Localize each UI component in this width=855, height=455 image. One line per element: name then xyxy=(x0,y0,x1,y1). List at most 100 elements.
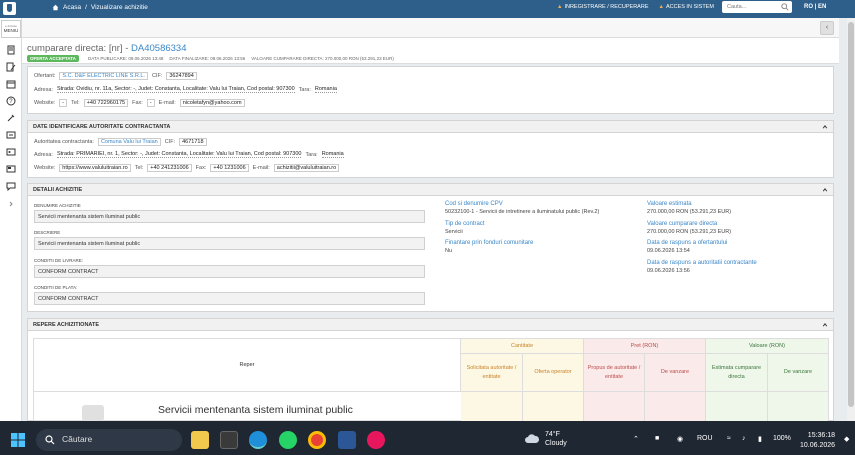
purchase-value: 270.000,00 RON (53.291,23 EUR) xyxy=(647,229,732,235)
authority-panel: DATE IDENTIFICARE AUTORITATE CONTRACTANT… xyxy=(27,120,834,178)
sidebar: e-licitatie MENIU ? xyxy=(0,18,22,421)
details-panel: DETALII ACHIZITIE DENUMIRE ACHIZITIE Ser… xyxy=(27,183,834,312)
meta-value: VALOARE CUMPARARE DIRECTA: 270.000,00 RO… xyxy=(251,56,394,61)
row-qty-offer xyxy=(523,392,584,422)
register-link[interactable]: ▲ INREGISTRARE / RECUPERARE xyxy=(557,4,649,10)
help-icon[interactable]: ? xyxy=(6,96,16,106)
file-explorer-icon[interactable] xyxy=(191,431,209,449)
col-value-sale: De vanzare xyxy=(768,354,829,392)
est-value: 270.000,00 RON (53.291,23 EUR) xyxy=(647,209,732,215)
search-icon[interactable] xyxy=(781,3,789,11)
contract-type-title: Tip de contract xyxy=(445,221,485,227)
response-date-title: Data de raspuns a ofertantului xyxy=(647,240,728,246)
tray-chevron-up-icon[interactable]: ⌃ xyxy=(633,435,639,443)
contact-card-icon[interactable] xyxy=(6,147,16,157)
items-section-header[interactable]: REPERE ACHIZITIONATE xyxy=(28,319,833,331)
language-switcher[interactable]: RO | EN xyxy=(804,4,826,10)
row-qty-requested xyxy=(461,392,523,422)
delivery-field: CONFORM CONTRACT xyxy=(34,265,425,278)
calendar-icon[interactable] xyxy=(6,79,16,89)
breadcrumb: Acasa / Vizualizare achizitie xyxy=(52,4,148,11)
search-icon xyxy=(45,435,55,445)
chevron-up-icon[interactable] xyxy=(822,187,828,193)
payment-label: CONDITII DE PLATA: xyxy=(34,285,78,290)
procurement-meta: DATA PUBLICARE: 09.06.2026 13:48 DATA FI… xyxy=(88,56,394,61)
chevron-up-icon[interactable] xyxy=(822,322,828,328)
scrollbar-thumb[interactable] xyxy=(848,22,854,407)
clock-time: 15:36:18 xyxy=(807,432,836,439)
document-icon[interactable] xyxy=(6,45,16,55)
weather-widget[interactable]: 74°F Cloudy xyxy=(545,430,567,449)
battery-percent: 100% xyxy=(773,435,791,442)
delivery-label: CONDITII DE LIVRARE: xyxy=(34,258,84,263)
warning-icon: ▲ xyxy=(658,4,664,10)
group-price: Pret (RON) xyxy=(584,339,706,354)
tray-app-icon[interactable]: ■ xyxy=(655,435,659,442)
row-value-estimated xyxy=(706,392,768,422)
name-field: Servicii mentenanta sistem iluminat publ… xyxy=(34,210,425,223)
payment-field: CONFORM CONTRACT xyxy=(34,292,425,305)
folder-icon[interactable] xyxy=(6,130,16,140)
battery-icon[interactable]: ▮ xyxy=(758,435,762,443)
language-indicator[interactable]: ROU xyxy=(697,435,713,442)
menu-button[interactable]: e-licitatie MENIU xyxy=(1,20,21,38)
col-qty-offer: Oferta operator xyxy=(523,354,584,392)
taskbar-clock[interactable]: 15:36:18 10.06.2026 xyxy=(800,431,835,451)
weather-condition: Cloudy xyxy=(545,440,567,448)
eu-funds-title: Finantare prin fonduri comunitare xyxy=(445,240,534,246)
authority-response-title: Data de raspuns a autoritatii contractan… xyxy=(647,260,757,266)
chat-icon[interactable] xyxy=(6,181,16,191)
breadcrumb-current: Vizualizare achizitie xyxy=(90,4,148,11)
eu-funds-value: Nu xyxy=(445,248,453,254)
weather-temp: 74°F xyxy=(545,431,560,438)
windows-start-icon[interactable] xyxy=(10,432,26,448)
col-qty-requested: Solicitata autoritate / entitate xyxy=(461,354,523,392)
col-price-sale: De vanzare xyxy=(645,354,706,392)
group-value: Valoare (RON) xyxy=(706,339,829,354)
breadcrumb-home[interactable]: Acasa xyxy=(63,4,81,11)
whatsapp-icon[interactable] xyxy=(279,431,297,449)
home-icon xyxy=(52,4,59,11)
chevron-up-icon[interactable] xyxy=(822,124,828,130)
offerer-panel: Ofertant: S.C. D&F ELECTRIC LINE S.R.L. C… xyxy=(27,66,834,114)
warning-icon: ▲ xyxy=(557,4,563,10)
meta-final: DATA FINALIZARE: 09.06.2026 13:56 xyxy=(169,56,246,61)
row-value-sale xyxy=(768,392,829,422)
edge-icon[interactable] xyxy=(249,431,267,449)
meta-published: DATA PUBLICARE: 09.06.2026 13:48 xyxy=(88,56,164,61)
est-value-title: Valoare estimata xyxy=(647,201,692,207)
description-field: Servicii mentenanta sistem iluminat publ… xyxy=(34,237,425,250)
volume-icon[interactable]: ♪ xyxy=(742,435,746,442)
item-image-placeholder xyxy=(82,405,104,421)
chrome-icon[interactable] xyxy=(308,431,326,449)
word-icon[interactable] xyxy=(338,431,356,449)
status-badge: OFERTA ACCEPTATA xyxy=(27,55,79,62)
group-quantity: Cantitate xyxy=(461,339,584,354)
wifi-icon[interactable]: ≈ xyxy=(727,435,731,442)
col-reper: Reper xyxy=(34,339,461,392)
cpv-value: 50232100-1 - Servicii de intretinere a i… xyxy=(445,209,600,215)
row-price-proposed xyxy=(584,392,645,422)
media-player-icon[interactable] xyxy=(367,431,385,449)
name-label: DENUMIRE ACHIZITIE xyxy=(34,203,81,208)
details-section-header[interactable]: DETALII ACHIZITIE xyxy=(28,184,833,196)
items-table: Reper Cantitate Pret (RON) Valoare (RON)… xyxy=(33,338,829,422)
store-icon[interactable] xyxy=(220,431,238,449)
notification-bell-icon[interactable]: ◆ xyxy=(844,435,849,443)
offerer-link[interactable]: S.C. D&F ELECTRIC LINE S.R.L. xyxy=(59,72,148,80)
description-label: DESCRIERE xyxy=(34,230,61,235)
site-logo[interactable] xyxy=(3,2,16,15)
page-title: cumparare directa: [nr] - DA40586334 xyxy=(27,43,187,54)
chevron-right-icon[interactable] xyxy=(6,199,16,209)
edit-document-icon[interactable] xyxy=(6,62,16,72)
authority-section-header[interactable]: DATE IDENTIFICARE AUTORITATE CONTRACTANT… xyxy=(28,121,833,133)
taskbar-search[interactable]: Căutare xyxy=(36,429,182,451)
tray-headset-icon[interactable]: ◉ xyxy=(677,435,683,443)
login-link[interactable]: ▲ ACCES IN SISTEM xyxy=(659,4,714,10)
purchase-value-title: Valoare cumparare directa xyxy=(647,221,718,227)
tools-icon[interactable] xyxy=(6,113,16,123)
authority-link[interactable]: Comuna Valu lui Traian xyxy=(97,138,161,146)
search-input[interactable]: Cauta... xyxy=(722,1,792,13)
news-icon[interactable] xyxy=(6,164,16,174)
collapse-button[interactable]: ‹ xyxy=(820,21,834,35)
